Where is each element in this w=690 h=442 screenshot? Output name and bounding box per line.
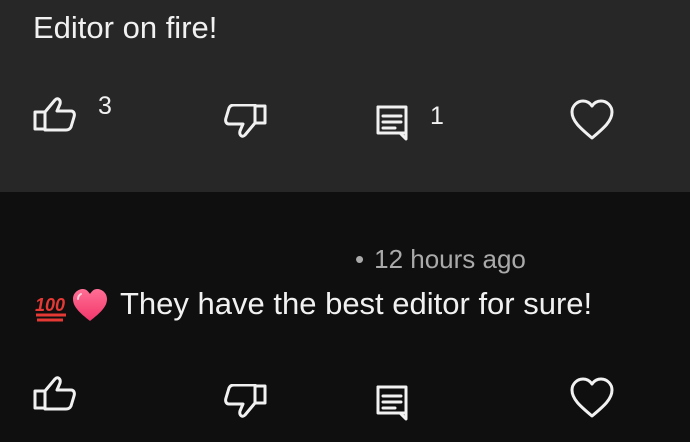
timestamp: 12 hours ago <box>374 244 526 274</box>
meta-dot: • <box>355 244 365 274</box>
thumbs-up-icon <box>33 373 77 411</box>
thumbs-down-icon <box>223 104 267 142</box>
heart-icon <box>569 376 615 420</box>
comment-card-2: • 12 hours ago 100 They have the best ed… <box>0 192 690 442</box>
hundred-icon: 100 <box>33 287 69 328</box>
pink-heart-icon <box>71 286 109 329</box>
reply-button[interactable]: 1 <box>375 101 444 142</box>
comment-text: They have the best editor for sure! <box>120 286 593 321</box>
like-count: 3 <box>98 91 112 120</box>
svg-text:100: 100 <box>35 295 65 315</box>
reply-count: 1 <box>430 101 444 130</box>
heart-button[interactable] <box>569 376 615 420</box>
like-button[interactable]: 3 <box>33 91 112 132</box>
comment-text: Editor on fire! <box>33 10 218 45</box>
heart-icon <box>569 98 615 142</box>
thumbs-down-icon <box>223 384 267 422</box>
comment-meta: • 12 hours ago <box>355 244 526 275</box>
dislike-button[interactable] <box>223 104 267 142</box>
reply-button[interactable] <box>375 384 409 422</box>
thumbs-up-icon <box>33 94 77 132</box>
heart-button[interactable] <box>569 98 615 142</box>
dislike-button[interactable] <box>223 384 267 422</box>
emoji-group: 100 <box>33 286 109 329</box>
like-button[interactable] <box>33 373 77 411</box>
comment-icon <box>375 104 409 142</box>
comment-card-1: Editor on fire! 3 1 <box>0 0 690 192</box>
comment-icon <box>375 384 409 422</box>
